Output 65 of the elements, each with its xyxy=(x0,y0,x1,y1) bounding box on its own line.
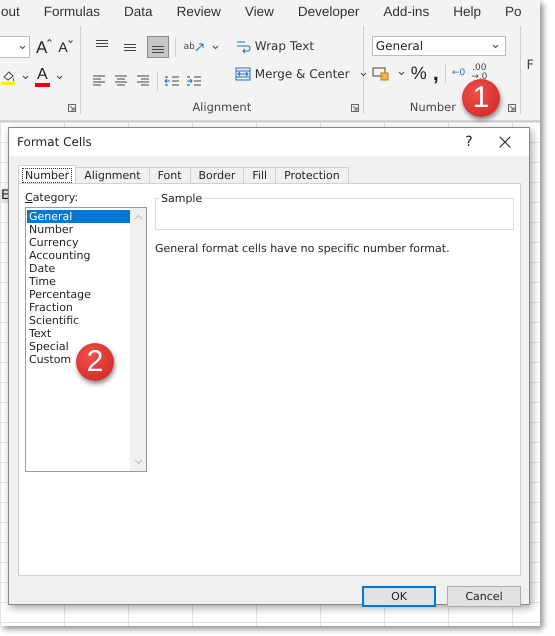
shrink-font-button[interactable]: A xyxy=(58,40,73,54)
list-item[interactable]: Fraction xyxy=(27,301,73,314)
align-lines-icon xyxy=(152,46,164,53)
ribbon-tab[interactable]: Review xyxy=(176,4,221,18)
list-item[interactable]: Percentage xyxy=(27,288,91,301)
ribbon-tab[interactable]: Formulas xyxy=(44,4,100,18)
list-item[interactable]: Special xyxy=(27,340,69,353)
decrease-decimal-button[interactable]: .00 →.0 xyxy=(471,64,488,82)
vertical-align-button[interactable] xyxy=(146,36,169,58)
ribbon-tab[interactable]: Developer xyxy=(298,4,360,18)
ribbon-tab[interactable]: Add-ins xyxy=(383,4,430,18)
merge-center-button[interactable]: Merge & Center xyxy=(234,62,367,86)
percent-style-button[interactable]: % xyxy=(410,64,427,82)
ok-button[interactable]: OK xyxy=(362,586,436,607)
list-item[interactable]: Date xyxy=(27,262,56,275)
font-size-field[interactable] xyxy=(0,36,30,58)
list-item[interactable]: General xyxy=(27,210,130,223)
list-item[interactable]: Text xyxy=(27,327,52,340)
list-item[interactable]: Currency xyxy=(27,236,79,249)
help-button[interactable]: ? xyxy=(451,128,487,156)
up-caret-icon xyxy=(47,38,52,42)
ribbon-tab[interactable]: Help xyxy=(453,4,481,18)
orientation-button[interactable]: ab xyxy=(182,36,206,58)
down-caret-icon xyxy=(68,40,73,43)
group-label: Alignment xyxy=(191,100,252,114)
ribbon-label: F xyxy=(526,58,534,73)
wrap-text-button[interactable]: Wrap Text xyxy=(234,34,367,58)
list-item[interactable]: Number xyxy=(27,223,74,236)
align-lines-icon xyxy=(124,44,136,50)
chevron-icon xyxy=(56,74,63,80)
list-item[interactable]: Scientific xyxy=(27,314,80,327)
list-item[interactable]: Time xyxy=(27,275,56,288)
chevron-icon xyxy=(212,44,219,50)
chevron-icon xyxy=(19,44,26,50)
dialog-tab[interactable]: Number xyxy=(18,165,76,183)
chevron-icon xyxy=(22,74,29,80)
list-item[interactable]: Custom xyxy=(27,353,72,366)
list-item[interactable]: Accounting xyxy=(27,249,90,262)
dialog-tab[interactable]: Alignment xyxy=(75,167,150,183)
ribbon-tab[interactable]: Po xyxy=(504,4,522,18)
ribbon-tab[interactable]: out xyxy=(1,4,20,18)
category-label: Category: xyxy=(25,191,80,204)
cancel-button[interactable]: Cancel xyxy=(447,586,521,607)
align-lines-icon xyxy=(96,40,108,47)
ribbon-tab[interactable]: Data xyxy=(124,4,153,18)
window-title: Format Cells xyxy=(17,135,93,149)
chevron-icon xyxy=(492,44,499,48)
dialog-launcher-icon xyxy=(68,104,76,112)
ribbon-tab[interactable]: View xyxy=(244,4,274,18)
description-text: General format cells have no specific number format. xyxy=(155,242,451,255)
chevron-icon xyxy=(360,72,367,76)
dialog-launcher-icon xyxy=(508,104,516,112)
number-format-dropdown[interactable]: General xyxy=(372,36,506,56)
close-button[interactable]: × xyxy=(487,128,523,156)
merge-cells-icon xyxy=(234,66,251,82)
dialog-launcher-icon xyxy=(350,104,359,112)
chevron-icon xyxy=(398,70,405,76)
fill-color-icon xyxy=(0,69,16,85)
group-label: Number xyxy=(410,100,456,114)
sample-label: Sample xyxy=(159,192,204,205)
grow-font-button[interactable]: A xyxy=(36,38,52,56)
font-color-button[interactable]: A xyxy=(35,67,50,87)
increase-decimal-button[interactable]: ←0 xyxy=(452,68,466,78)
dialog-tab[interactable]: Protection xyxy=(275,167,349,183)
diagonal-arrow-icon xyxy=(194,42,204,52)
